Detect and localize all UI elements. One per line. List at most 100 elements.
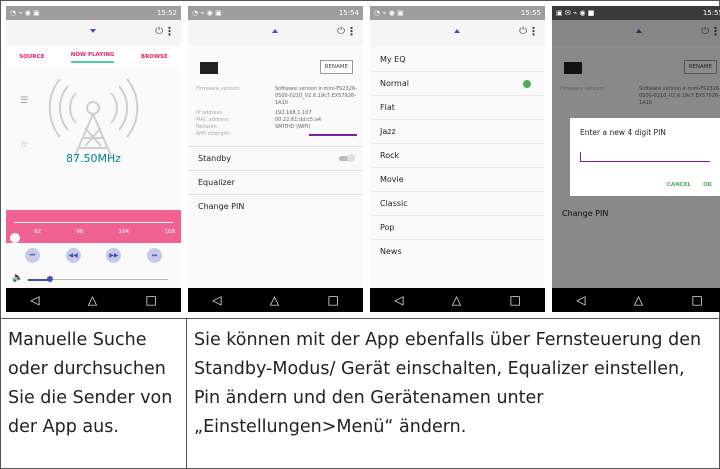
back-icon[interactable]: ◁	[212, 293, 221, 307]
eq-option[interactable]: News	[370, 240, 545, 264]
collapse-arrow-icon[interactable]	[454, 29, 460, 33]
playback-controls: ⏮ ◀◀ ▶▶ ⏭	[12, 248, 175, 263]
home-icon[interactable]: △	[270, 293, 279, 307]
recents-icon[interactable]: □	[509, 293, 520, 307]
phone-screenshot-equalizer: ◔ ⌁ ◉ ▣ 15:55 ⏻ ⋮ My EQ Normal Flat Jazz …	[370, 6, 545, 312]
eq-option-selected[interactable]: Normal	[370, 72, 545, 96]
eq-option[interactable]: Movie	[370, 168, 545, 192]
info-value: 00:22:61:dd:c5:a4	[275, 117, 322, 123]
tuning-knob[interactable]	[10, 233, 20, 243]
phone-screenshot-pin-dialog: ▣ ✉ ⌁ ◉ ■15:55 ⏻ ⋮ RENAME Firmware versi…	[552, 6, 720, 312]
info-label: Firmware version:	[196, 86, 241, 92]
phone-screenshot-now-playing: ◔ ⌁ ◉ ▣ 15:52 ⏻ ⋮ SOURCE NOW PLAYING BROW…	[6, 6, 181, 312]
scale-label: 108	[164, 229, 175, 235]
overflow-menu-icon[interactable]: ⋮	[528, 25, 539, 38]
home-icon[interactable]: △	[634, 293, 643, 307]
pin-input[interactable]	[580, 152, 710, 162]
status-bar: ◔ ⌁ ◉ ▣ 15:54	[188, 6, 363, 20]
android-nav-bar: ◁ △ □	[552, 288, 720, 312]
skip-previous-icon[interactable]: ⏮	[24, 248, 40, 263]
info-label: Network:	[196, 124, 219, 130]
ok-button[interactable]: OK	[703, 182, 712, 188]
recents-icon[interactable]: □	[145, 293, 156, 307]
setting-standby[interactable]: Standby	[188, 146, 363, 170]
caption-left: Manuelle Suche oder durchsuchen Sie die …	[8, 330, 173, 437]
setting-equalizer[interactable]: Equalizer	[188, 170, 363, 194]
overflow-menu-icon[interactable]: ⋮	[346, 25, 357, 38]
status-bar: ◔ ⌁ ◉ ▣ 15:55	[370, 6, 545, 20]
list-icon[interactable]: ☰	[20, 96, 28, 106]
power-icon[interactable]: ⏻	[337, 26, 345, 37]
rewind-icon[interactable]: ◀◀	[65, 248, 81, 263]
table-left-border	[0, 0, 1, 469]
speaker-icon: 🔈	[12, 273, 24, 283]
standby-toggle[interactable]	[339, 154, 355, 162]
recents-icon[interactable]: □	[327, 293, 338, 307]
app-bar: ⏻ ⋮	[370, 20, 545, 46]
eq-option[interactable]: Classic	[370, 192, 545, 216]
eq-option[interactable]: Rock	[370, 144, 545, 168]
volume-thumb[interactable]	[47, 276, 53, 282]
tuning-slider[interactable]: 92 98 104 108	[6, 210, 181, 243]
android-nav-bar: ◁ △ □	[6, 288, 181, 312]
app-bar: ⏻ ⋮	[188, 20, 363, 46]
power-icon[interactable]: ⏻	[155, 26, 163, 37]
back-icon[interactable]: ◁	[394, 293, 403, 307]
table-row-divider	[0, 318, 720, 319]
setting-change-pin[interactable]: Change PIN	[188, 194, 363, 218]
tuning-scale: 92 98 104 108	[34, 229, 175, 235]
rename-button[interactable]: RENAME	[319, 60, 353, 74]
eq-option[interactable]: Flat	[370, 96, 545, 120]
info-label: MAC address:	[196, 117, 231, 123]
tab-now-playing[interactable]: NOW PLAYING	[70, 52, 115, 63]
eq-option[interactable]: My EQ	[370, 48, 545, 72]
android-nav-bar: ◁ △ □	[188, 288, 363, 312]
home-icon[interactable]: △	[88, 293, 97, 307]
power-icon[interactable]: ⏻	[519, 26, 527, 37]
eq-option[interactable]: Pop	[370, 216, 545, 240]
skip-next-icon[interactable]: ⏭	[147, 248, 163, 263]
eq-label: Normal	[380, 79, 409, 88]
app-bar: ⏻ ⋮	[6, 20, 181, 46]
fast-forward-icon[interactable]: ▶▶	[106, 248, 122, 263]
device-icon	[200, 62, 218, 74]
setting-label: Standby	[198, 154, 232, 163]
collapse-arrow-icon[interactable]	[272, 29, 278, 33]
caption-right: Sie können mit der App ebenfalls über Fe…	[194, 330, 702, 437]
tab-browse[interactable]: BROWSE	[141, 54, 168, 60]
table-top-border	[0, 0, 720, 1]
radio-tower-icon	[48, 78, 139, 158]
dialog-buttons: CANCEL OK	[667, 182, 712, 188]
scale-label: 104	[118, 229, 130, 235]
android-nav-bar: ◁ △ □	[370, 288, 545, 312]
info-label: IP address:	[196, 110, 224, 116]
dropdown-arrow-icon[interactable]	[90, 29, 96, 33]
scale-label: 92	[34, 229, 41, 235]
recents-icon[interactable]: □	[691, 293, 702, 307]
dialog-title: Enter a new 4 digit PIN	[580, 128, 666, 137]
scale-label: 98	[76, 229, 84, 235]
frequency-display: 87.50MHz	[65, 152, 122, 165]
info-value: Software version ir-mmi-FS2326-0500-0210…	[275, 86, 357, 106]
eq-option[interactable]: Jazz	[370, 120, 545, 144]
back-icon[interactable]: ◁	[30, 293, 39, 307]
favorite-icon[interactable]: ☆	[20, 140, 28, 150]
home-icon[interactable]: △	[452, 293, 461, 307]
info-value: SMITHD (WiFi)	[275, 124, 311, 130]
overflow-menu-icon[interactable]: ⋮	[164, 25, 175, 38]
document-table: ◔ ⌁ ◉ ▣ 15:52 ⏻ ⋮ SOURCE NOW PLAYING BROW…	[0, 0, 720, 469]
tuning-track	[14, 222, 173, 223]
status-bar: ▣ ✉ ⌁ ◉ ■15:55	[552, 6, 720, 20]
status-bar: ◔ ⌁ ◉ ▣ 15:52	[6, 6, 181, 20]
setting-label: Equalizer	[198, 178, 235, 187]
tab-bar: SOURCE NOW PLAYING BROWSE	[6, 46, 181, 68]
volume-fill	[28, 279, 48, 281]
pin-dialog: Enter a new 4 digit PIN CANCEL OK	[570, 118, 720, 196]
selected-check-icon	[523, 80, 531, 88]
back-icon[interactable]: ◁	[576, 293, 585, 307]
phone-screenshot-settings: ◔ ⌁ ◉ ▣ 15:54 ⏻ ⋮ RENAME Firmware version…	[188, 6, 363, 312]
tab-source[interactable]: SOURCE	[19, 54, 44, 60]
volume-slider[interactable]: 🔈	[12, 273, 168, 284]
info-label: WiFi strength:	[196, 131, 231, 137]
cancel-button[interactable]: CANCEL	[667, 182, 691, 188]
